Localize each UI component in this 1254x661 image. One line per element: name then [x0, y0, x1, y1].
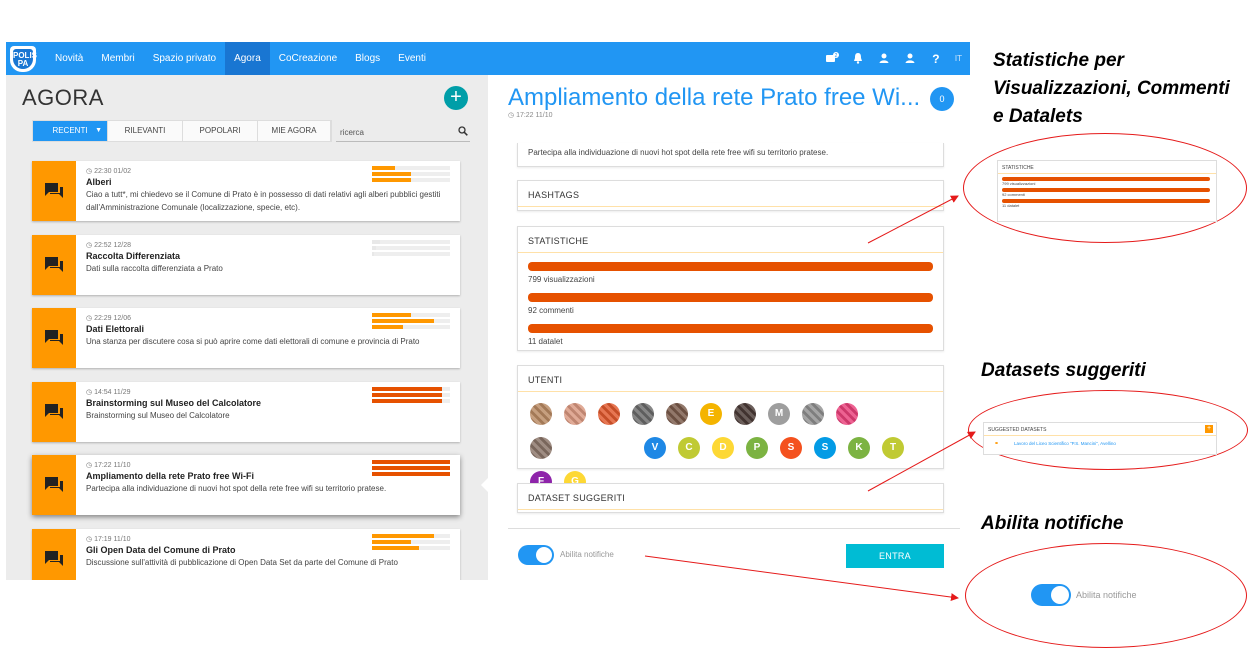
notify-arrow — [644, 555, 959, 602]
stats-arrow — [867, 195, 959, 244]
canvas: { "nav": { "logo_text": "POLIS PA", "ite… — [0, 0, 1254, 661]
datasets-arrow — [867, 431, 976, 492]
annotation-arrows — [644, 195, 976, 602]
